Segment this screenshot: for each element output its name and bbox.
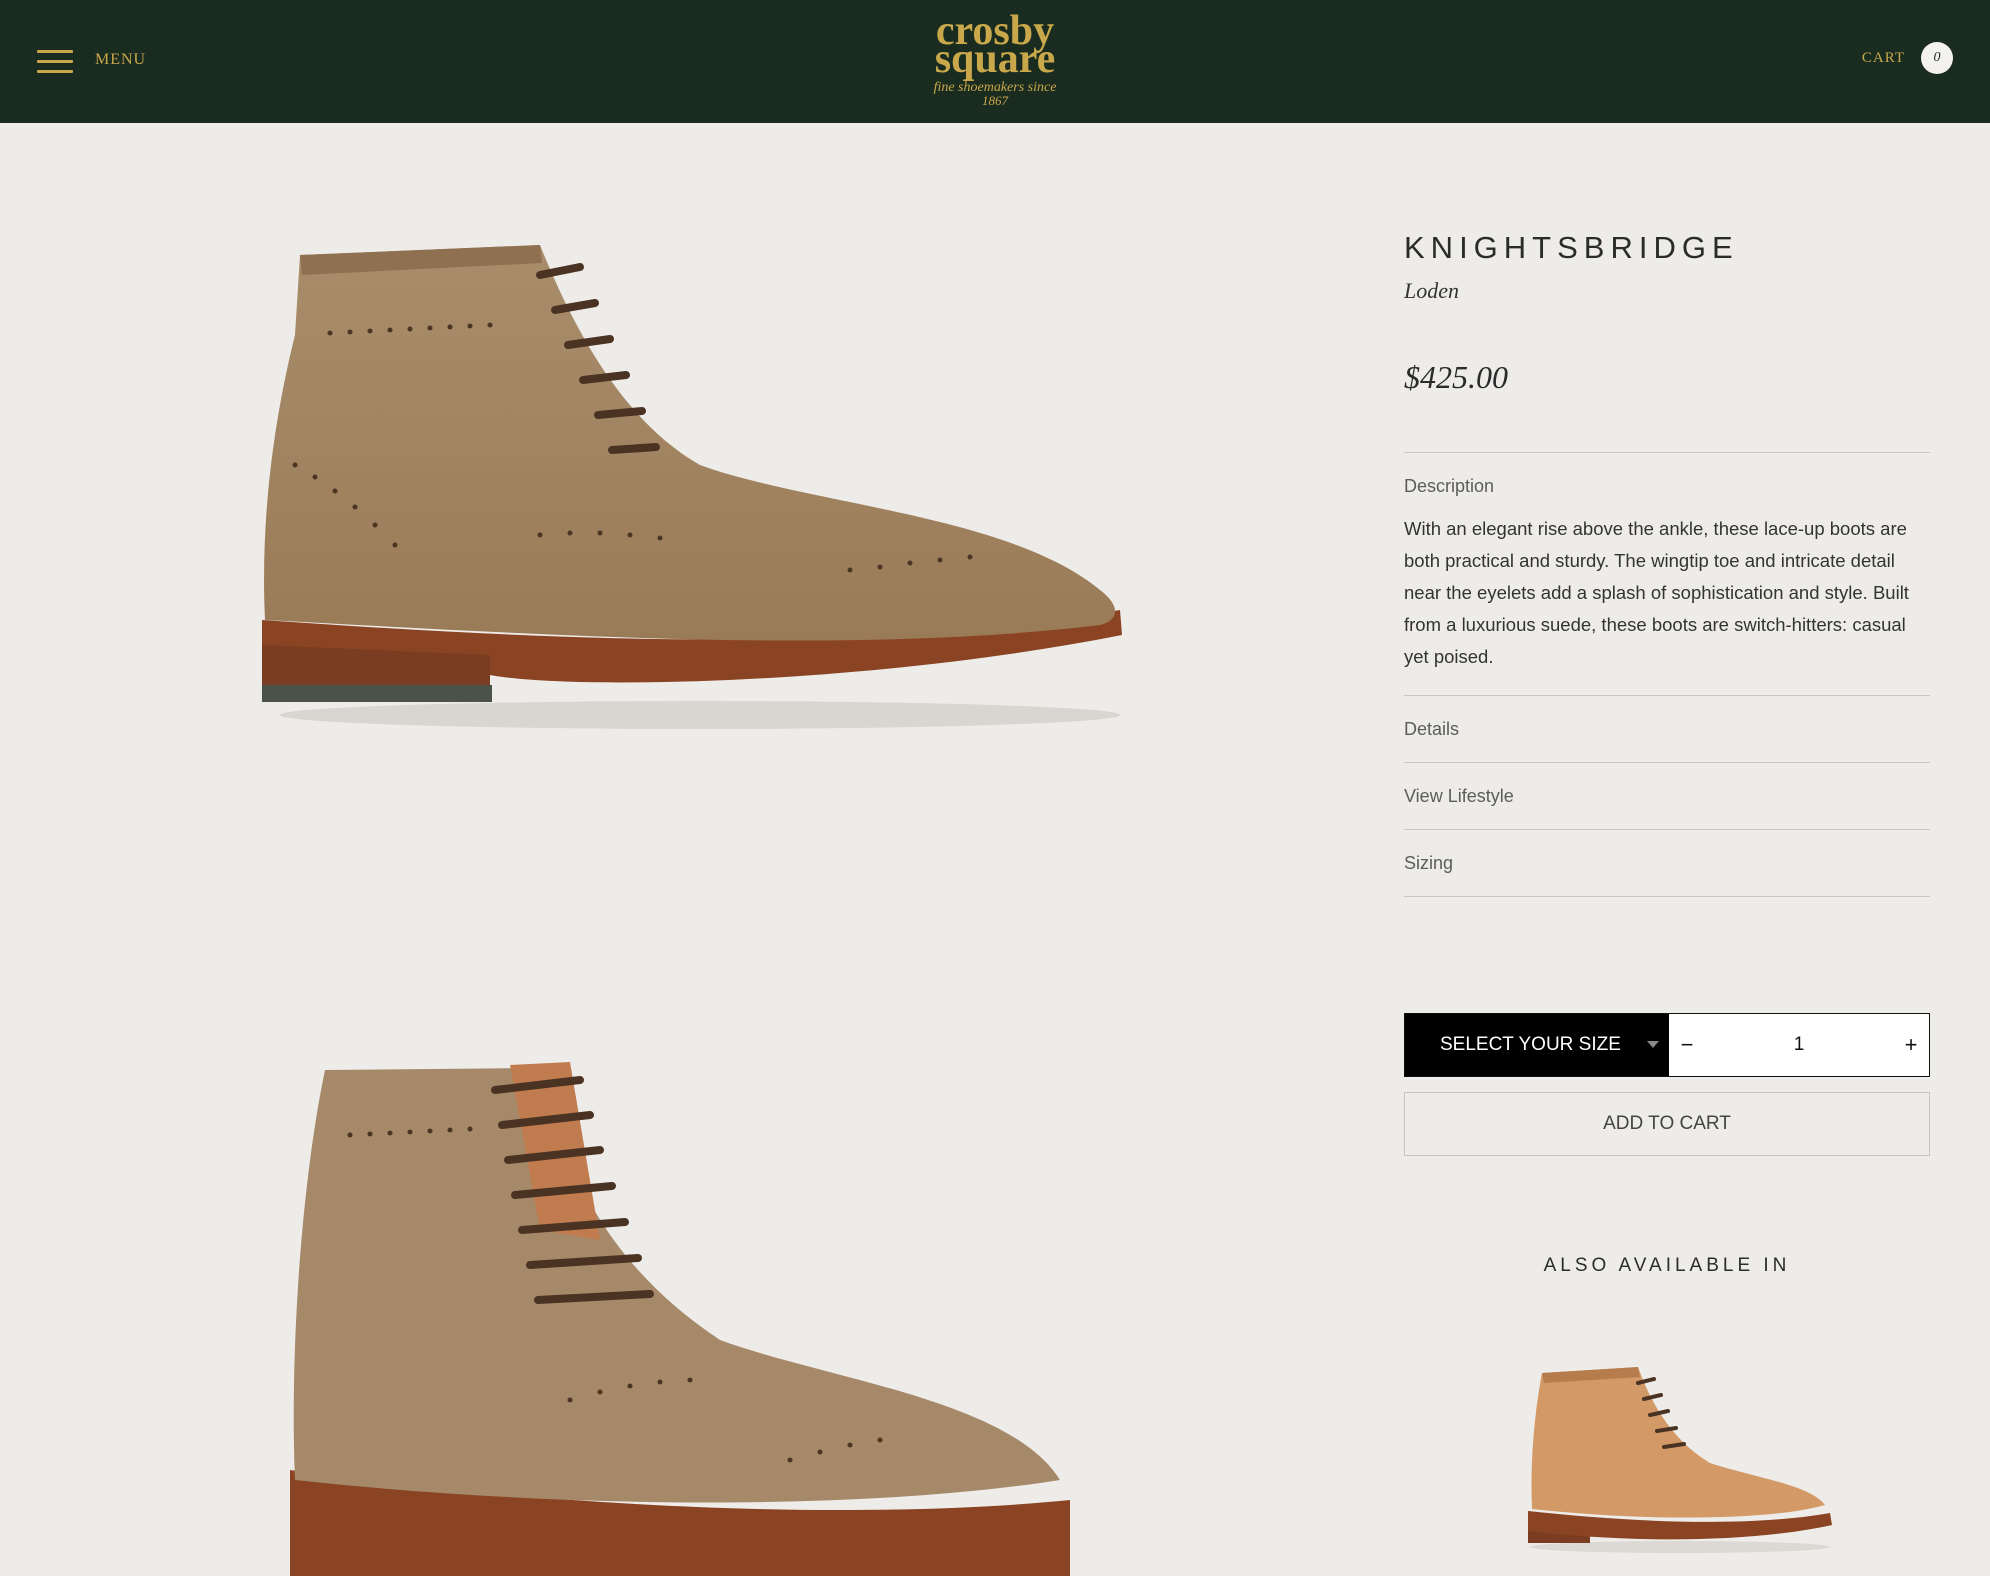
logo-line2: square	[935, 36, 1056, 82]
purchase-actions: SELECT YOUR SIZE − 1 + ADD TO CART	[1404, 1013, 1930, 1156]
cart-button[interactable]: CART 0	[1862, 42, 1953, 74]
product-price: $425.00	[1404, 359, 1508, 395]
size-select[interactable]: SELECT YOUR SIZE	[1405, 1014, 1669, 1076]
cart-label: CART	[1861, 49, 1905, 66]
product-color: Loden	[1404, 278, 1459, 303]
cart-count-badge: 0	[1921, 42, 1953, 74]
decrement-button[interactable]: −	[1669, 1014, 1705, 1076]
hamburger-icon	[37, 48, 73, 73]
menu-button[interactable]: MENU	[37, 48, 147, 73]
product-title: KNIGHTSBRIDGE	[1404, 230, 1739, 265]
increment-button[interactable]: +	[1893, 1014, 1929, 1076]
variant-thumbnail[interactable]	[1520, 1355, 1840, 1560]
divider	[1404, 896, 1930, 897]
logo-year: 1867	[982, 93, 1009, 108]
accordion-view-lifestyle[interactable]: View Lifestyle	[1404, 763, 1930, 829]
chevron-down-icon	[1647, 1041, 1659, 1048]
brand-logo[interactable]: crosby square fine shoemakers since 1867	[890, 8, 1100, 108]
quantity-stepper: − 1 +	[1669, 1014, 1929, 1076]
description-text: With an elegant rise above the ankle, th…	[1404, 518, 1909, 667]
product-image-side[interactable]	[250, 215, 1170, 755]
quantity-input[interactable]: 1	[1705, 1034, 1893, 1056]
size-quantity-row: SELECT YOUR SIZE − 1 +	[1404, 1013, 1930, 1077]
accordion-sizing[interactable]: Sizing	[1404, 830, 1930, 896]
product-info: KNIGHTSBRIDGE Loden $425.00 Description …	[1404, 230, 1930, 897]
size-select-label: SELECT YOUR SIZE	[1440, 1034, 1621, 1055]
accordion-details[interactable]: Details	[1404, 696, 1930, 762]
also-available-title: ALSO AVAILABLE IN	[1543, 1255, 1791, 1276]
product-image-angled[interactable]	[270, 1040, 1110, 1576]
add-to-cart-button[interactable]: ADD TO CART	[1404, 1092, 1930, 1156]
menu-label: MENU	[95, 51, 147, 68]
site-header: MENU crosby square fine shoemakers since…	[0, 0, 1990, 123]
accordion-description[interactable]: Description	[1404, 453, 1930, 519]
